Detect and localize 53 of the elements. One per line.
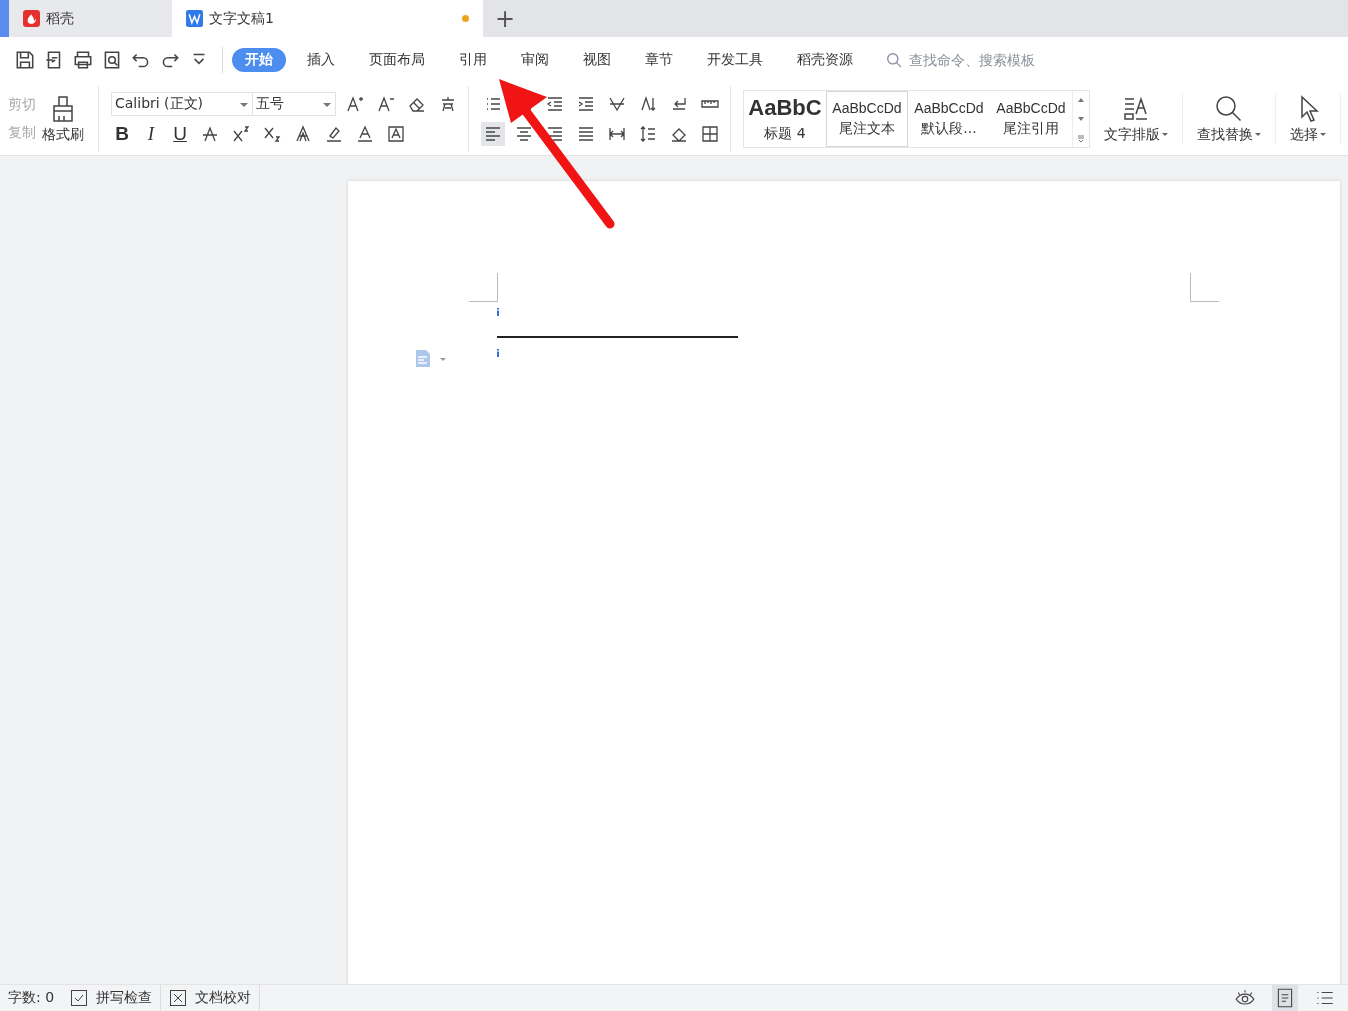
left-icon[interactable] bbox=[481, 122, 505, 146]
style-option[interactable]: AaBbCcDd 默认段... bbox=[908, 91, 990, 147]
style-option[interactable]: AaBbCcDd 尾注引用 bbox=[990, 91, 1072, 147]
paragraph-mark-icon bbox=[496, 308, 500, 316]
style-preview: AaBbCcDd bbox=[832, 100, 902, 116]
word-count: 字数: 0 bbox=[7, 989, 56, 1007]
status-button[interactable]: 文档校对 bbox=[161, 985, 261, 1011]
new-tab-button[interactable]: + bbox=[483, 0, 528, 37]
menu-tab[interactable]: 插入 bbox=[294, 48, 348, 72]
flame-logo-icon bbox=[23, 10, 40, 27]
search-field[interactable]: 查找命令、搜索模板 bbox=[886, 51, 1081, 69]
checkbox-cross-icon bbox=[169, 989, 188, 1007]
text-format-button[interactable]: B bbox=[111, 123, 133, 145]
menu-tab[interactable]: 引用 bbox=[446, 48, 500, 72]
text-format-button[interactable]: U bbox=[169, 123, 191, 145]
menu-tab[interactable]: 稻壳资源 bbox=[784, 48, 866, 72]
ribbon-button[interactable]: 查找替换 bbox=[1183, 94, 1276, 144]
unsaved-dot bbox=[462, 15, 469, 22]
style-option[interactable]: AaBbC 标题 4 bbox=[744, 91, 826, 147]
style-name: 标题 4 bbox=[764, 125, 806, 143]
page-view-icon[interactable] bbox=[1272, 985, 1298, 1011]
menu-tab[interactable]: 审阅 bbox=[508, 48, 562, 72]
status-button[interactable]: 拼写检查 bbox=[62, 985, 162, 1011]
style-name: 尾注文本 bbox=[839, 120, 895, 138]
menu-tab[interactable]: 章节 bbox=[632, 48, 686, 72]
style-preview: AaBbCcDd bbox=[996, 100, 1066, 116]
font-size-dropdown[interactable]: 五号 bbox=[252, 92, 336, 116]
document-tab[interactable]: 稻壳 bbox=[9, 0, 172, 37]
format-painter-button[interactable]: 格式刷 bbox=[36, 94, 90, 144]
font-family-dropdown[interactable]: Calibri (正文) bbox=[111, 92, 253, 116]
margin-corner-mark bbox=[1190, 273, 1219, 302]
menu-tab[interactable]: 视图 bbox=[570, 48, 624, 72]
search-icon bbox=[886, 51, 903, 69]
style-name: 默认段... bbox=[921, 120, 977, 138]
checkbox-tick-icon bbox=[70, 989, 89, 1007]
save-icon[interactable] bbox=[14, 49, 36, 71]
menu-tab[interactable]: 页面布局 bbox=[356, 48, 438, 72]
paragraph-mark-icon bbox=[496, 349, 500, 357]
tab-bar-accent bbox=[0, 0, 9, 37]
style-preview: AaBbC bbox=[748, 95, 822, 121]
writer-logo-icon bbox=[186, 10, 203, 27]
ribbon-button[interactable]: 文字排版 bbox=[1090, 94, 1183, 144]
style-preview: AaBbCcDd bbox=[914, 100, 984, 116]
style-name: 尾注引用 bbox=[1003, 120, 1059, 138]
style-option[interactable]: AaBbCcDd 尾注文本 bbox=[826, 91, 908, 147]
ribbon-button[interactable]: 选择 bbox=[1276, 94, 1341, 144]
expand-gallery-icon[interactable] bbox=[1076, 132, 1086, 143]
margin-corner-mark bbox=[469, 273, 498, 302]
menu-tab[interactable]: 开发工具 bbox=[694, 48, 776, 72]
document-tab[interactable]: 文字文稿1 bbox=[172, 0, 483, 37]
search-icon bbox=[1214, 94, 1244, 124]
text-format-button[interactable]: I bbox=[140, 123, 162, 145]
print-icon[interactable] bbox=[72, 49, 94, 71]
